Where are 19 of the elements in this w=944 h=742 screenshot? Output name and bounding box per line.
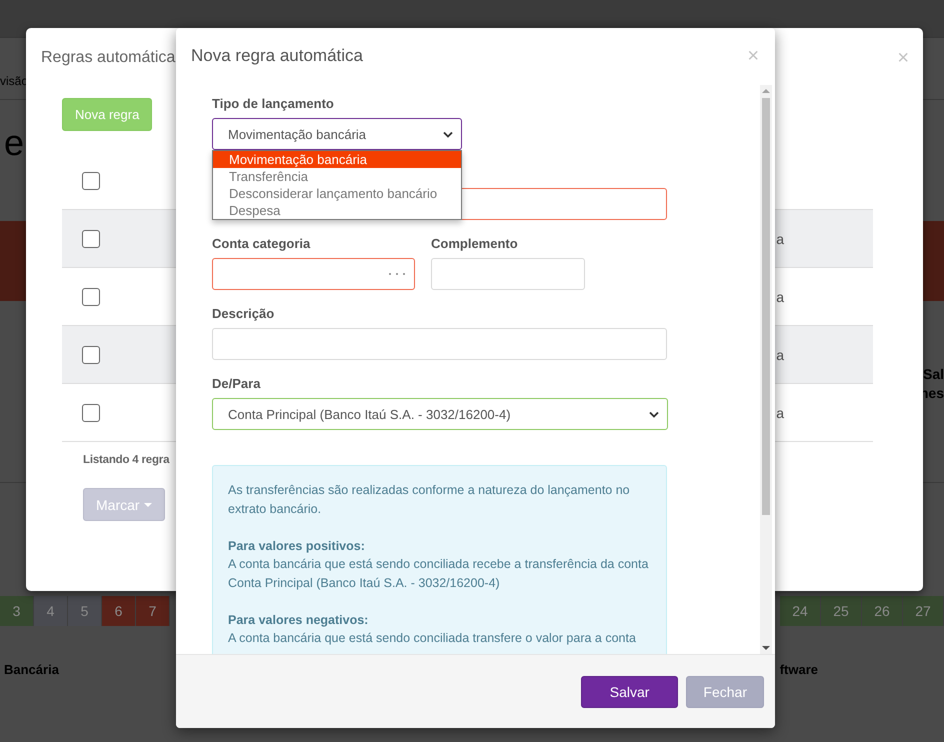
info-text: As transferências são realizadas conforme a natureza do lançamento no extrato bancário. [228,482,631,518]
table-cell: a [776,288,784,304]
field-label: Tipo de lançamento [212,97,335,111]
field-label: Conta categoria [212,237,312,251]
page-heading: e [4,122,24,163]
column-heading: ftware [780,662,818,677]
info-text: Para valores positivos: A conta bancária que está sendo conciliada recebe a transferência da conta Conta Principal (Banco Itaú S.A. - 3032/16200-4) [228,538,650,592]
field-label: Descrição [212,307,276,321]
field-label: Complemento [431,237,519,251]
table-cell: a [776,346,784,362]
dialog-title: Nova regra automática [191,46,363,66]
table-cell: a [776,230,784,246]
column-heading: Bancária [4,662,59,677]
rule-count: Listando 4 regra [83,454,170,466]
field-label: De/Para [212,377,262,391]
info-text: Para valores negativos: A conta bancária que está sendo conciliada transfere o valor para a conta [228,612,637,647]
table-cell: a [776,404,784,420]
side-text: Sal [922,365,944,384]
dialog-title: Regras automática [41,49,176,67]
